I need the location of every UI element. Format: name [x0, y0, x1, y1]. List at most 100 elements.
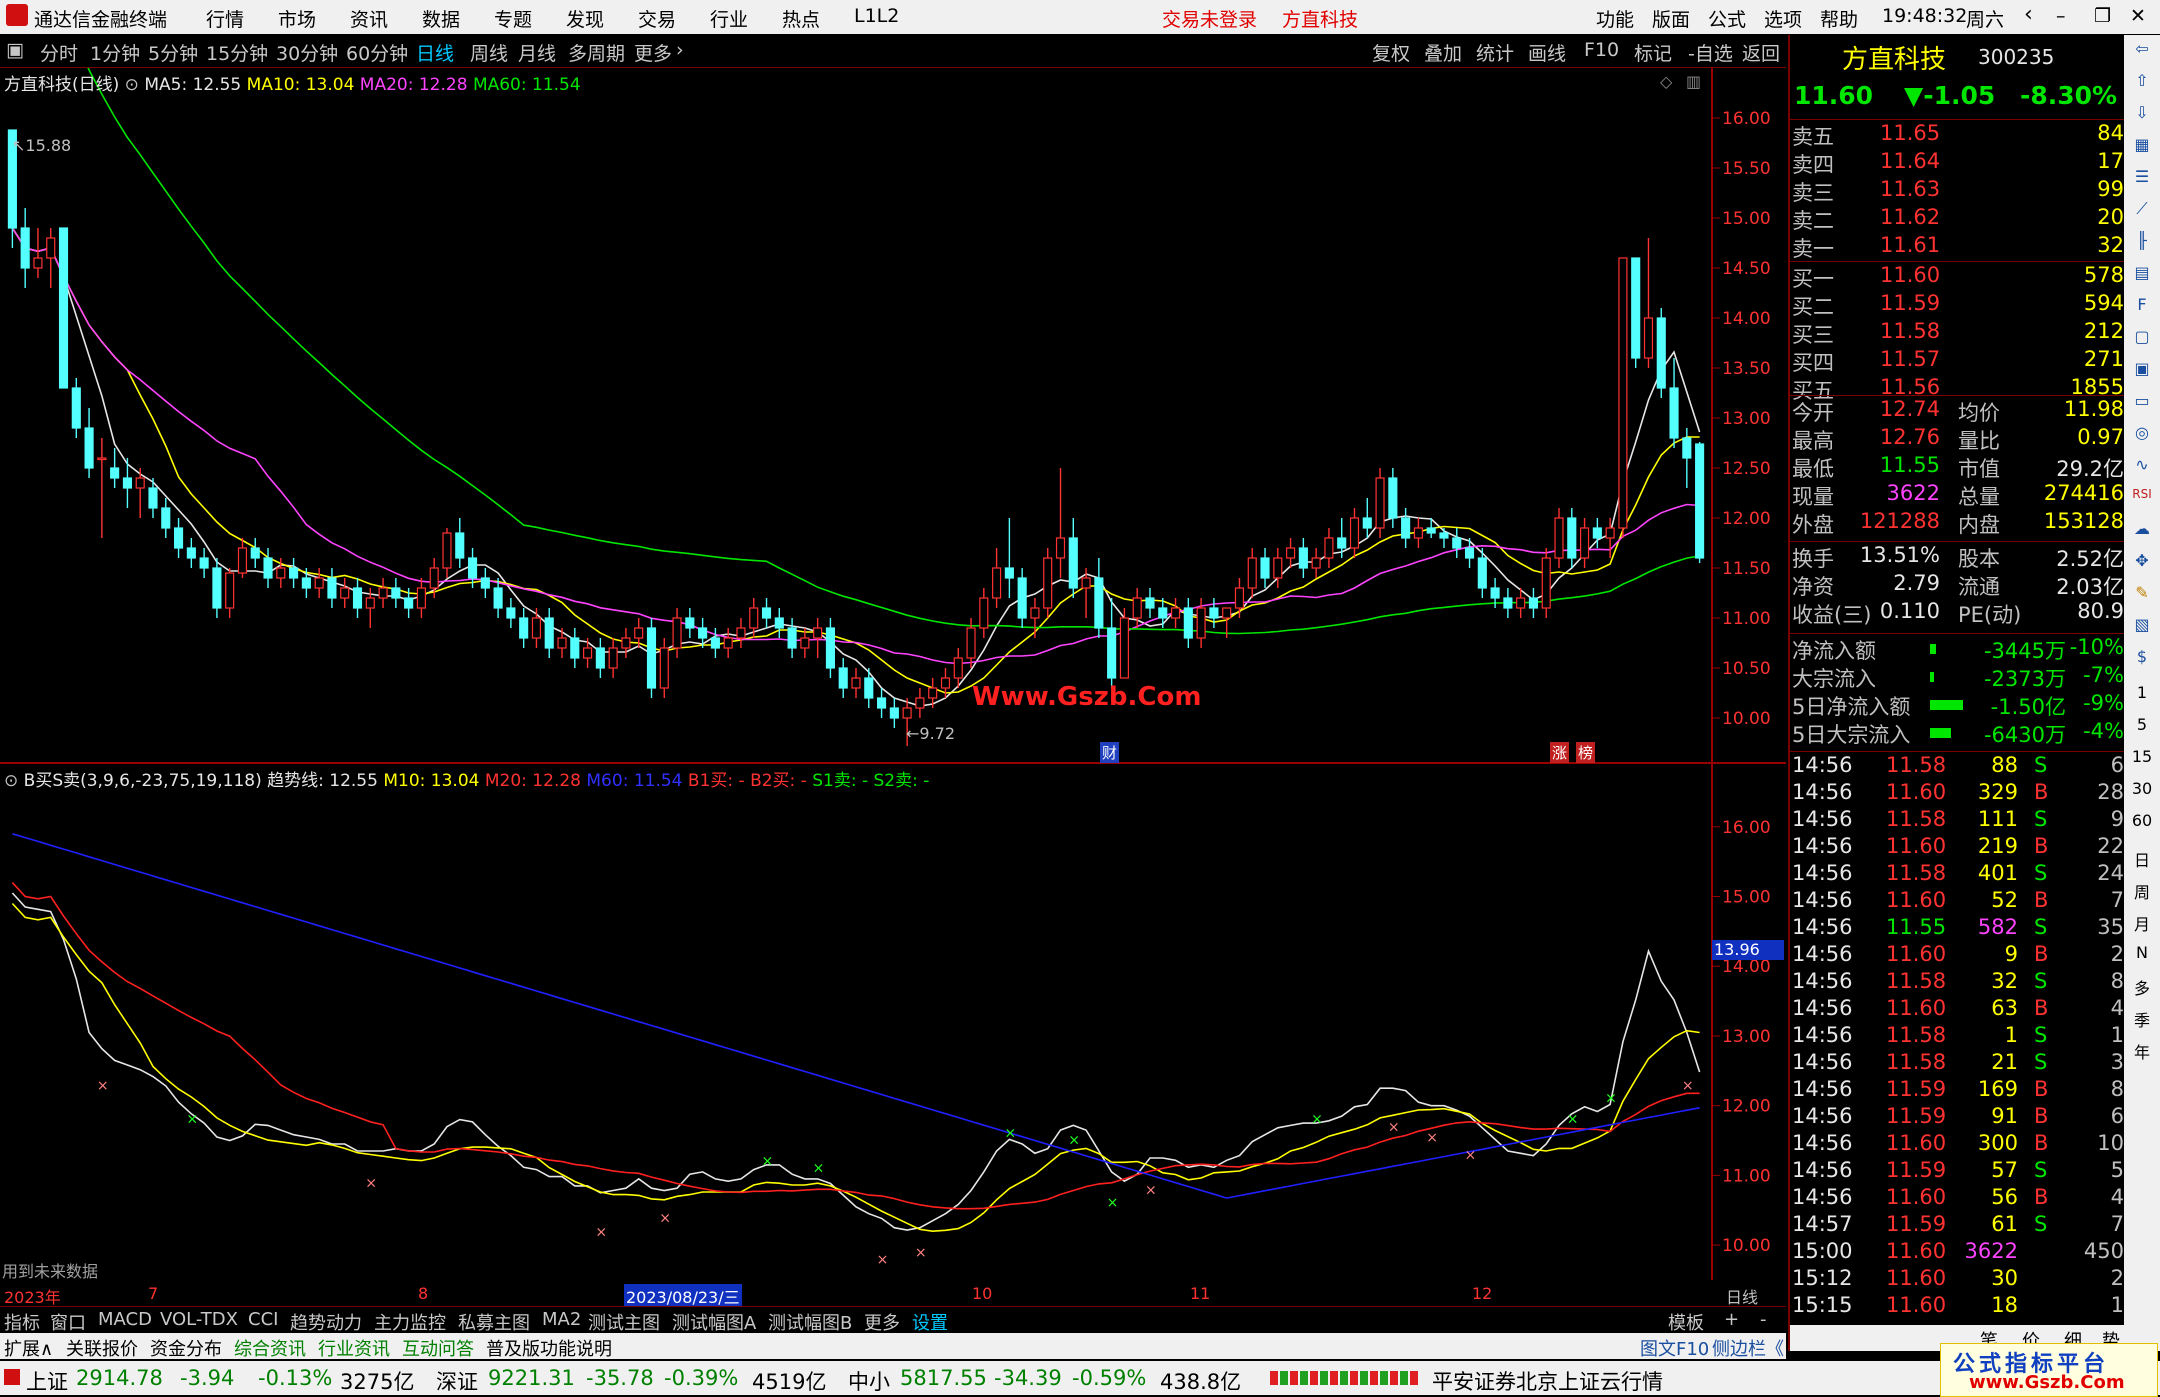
- side-season[interactable]: 季: [2129, 1007, 2155, 1031]
- tab-ma2[interactable]: MA2: [542, 1309, 581, 1330]
- side-week[interactable]: 周: [2129, 879, 2155, 903]
- tick-list[interactable]: 14:56 11.58 88 S 6 14:56 11.60 329 B 28 14:56 11.58…: [1790, 753, 2126, 1323]
- panel-icon[interactable]: ▥: [1686, 72, 1701, 91]
- close-icon[interactable]: ✕: [2130, 5, 2146, 27]
- tool-fuquan[interactable]: 复权: [1372, 39, 1410, 66]
- menu-zhuanti[interactable]: 专题: [494, 5, 532, 32]
- tab-hudong[interactable]: 互动问答: [402, 1335, 474, 1361]
- tab-kuozhan[interactable]: 扩展∧: [4, 1335, 53, 1361]
- kline-chart[interactable]: × × × × × × × × × × × × × × × × × × × × 16.00 15.50 15.00 14.5…: [0, 68, 1786, 1280]
- restore-icon[interactable]: ❐: [2094, 5, 2111, 27]
- list-icon[interactable]: ☰: [2129, 167, 2155, 186]
- tab-vol-tdx[interactable]: VOL-TDX: [160, 1309, 238, 1330]
- wave-icon[interactable]: ∿: [2129, 455, 2155, 474]
- money-icon[interactable]: $: [2129, 647, 2155, 666]
- chart-grid-icon[interactable]: ▦: [2129, 135, 2155, 154]
- side-60min[interactable]: 60: [2129, 811, 2155, 830]
- menu-jiaoyi[interactable]: 交易: [638, 5, 676, 32]
- tab-cci[interactable]: CCI: [248, 1309, 278, 1330]
- event-zhang-badge[interactable]: 涨: [1550, 742, 1570, 763]
- f10-icon[interactable]: F: [2129, 295, 2155, 314]
- tab-ceshi-a[interactable]: 测试幅图A: [672, 1309, 756, 1335]
- trade-status[interactable]: 交易未登录: [1162, 5, 1257, 32]
- side-n[interactable]: N: [2129, 943, 2155, 962]
- tab-15min[interactable]: 15分钟: [206, 39, 268, 66]
- tool-fanhui[interactable]: 返回: [1742, 39, 1780, 66]
- tab-zhibiao[interactable]: 指标: [4, 1309, 40, 1335]
- tab-hangye-zx[interactable]: 行业资讯: [318, 1335, 390, 1361]
- menu-banmian[interactable]: 版面: [1652, 5, 1690, 32]
- trend-icon[interactable]: ⟋: [2129, 199, 2155, 219]
- tab-30min[interactable]: 30分钟: [276, 39, 338, 66]
- side-15min[interactable]: 15: [2129, 747, 2155, 766]
- kline-icon[interactable]: ╟: [2129, 231, 2155, 250]
- menu-shuju[interactable]: 数据: [422, 5, 460, 32]
- tab-qushi[interactable]: 趋势动力: [290, 1309, 362, 1335]
- tab-sidebar[interactable]: 侧边栏《: [1712, 1335, 1784, 1361]
- tab-60min[interactable]: 60分钟: [346, 39, 408, 66]
- tab-macd[interactable]: MACD: [98, 1309, 152, 1330]
- fs-icon[interactable]: ▧: [2129, 615, 2155, 634]
- tab-weekly[interactable]: 周线: [470, 39, 508, 66]
- tab-ceshi-main[interactable]: 测试主图: [588, 1309, 660, 1335]
- chart-area[interactable]: × × × × × × × × × × × × × × × × × × × × 16.00 15.50 15.00 14.5…: [0, 68, 1786, 1308]
- tab-zhuli[interactable]: 主力监控: [374, 1309, 446, 1335]
- zoom-in-button[interactable]: +: [1724, 1309, 1739, 1330]
- arrow-down-icon[interactable]: ⇩: [2129, 103, 2155, 122]
- doc-icon[interactable]: ▢: [2129, 327, 2155, 346]
- event-bang-badge[interactable]: 榜: [1576, 742, 1596, 763]
- side-5min[interactable]: 5: [2129, 715, 2155, 734]
- tab-tuwen-f10[interactable]: 图文F10: [1640, 1335, 1709, 1361]
- tab-daily[interactable]: 日线: [416, 39, 454, 66]
- tab-more[interactable]: 更多: [634, 39, 672, 66]
- tab-monthly[interactable]: 月线: [518, 39, 556, 66]
- legend-toggle-icon[interactable]: ⊙: [125, 75, 139, 95]
- menu-faxian[interactable]: 发现: [566, 5, 604, 32]
- arrow-left-icon[interactable]: ⇦: [2129, 39, 2155, 58]
- menu-xuanxiang[interactable]: 选项: [1764, 5, 1802, 32]
- tab-shezhi[interactable]: 设置: [912, 1309, 948, 1335]
- menu-bangzhu[interactable]: 帮助: [1820, 5, 1858, 32]
- tab-zonghe[interactable]: 综合资讯: [234, 1335, 306, 1361]
- sh-name[interactable]: 上证: [26, 1366, 68, 1396]
- menu-shichang[interactable]: 市场: [278, 5, 316, 32]
- tab-multi[interactable]: 多周期: [568, 39, 625, 66]
- rsi-icon[interactable]: RSI: [2129, 487, 2155, 501]
- menu-redian[interactable]: 热点: [782, 5, 820, 32]
- menu-gongshi[interactable]: 公式: [1708, 5, 1746, 32]
- side-1min[interactable]: 1: [2129, 683, 2155, 702]
- minimize-icon[interactable]: –: [2056, 5, 2066, 27]
- menu-zixun[interactable]: 资讯: [350, 5, 388, 32]
- toggle-icon[interactable]: ▣: [6, 39, 24, 61]
- tool-zixuan[interactable]: -自选: [1688, 39, 1733, 66]
- move-icon[interactable]: ✥: [2129, 551, 2155, 570]
- sub-toggle-icon[interactable]: ⊙: [4, 771, 18, 791]
- info-icon[interactable]: ◎: [2129, 423, 2155, 442]
- diamond-icon[interactable]: ◇: [1660, 72, 1672, 91]
- tab-chuangkou[interactable]: 窗口: [50, 1309, 86, 1335]
- zoom-out-button[interactable]: -: [1760, 1309, 1767, 1330]
- tab-fenshi[interactable]: 分时: [40, 39, 78, 66]
- sz-name[interactable]: 深证: [436, 1366, 478, 1396]
- tab-guanlian[interactable]: 关联报价: [66, 1335, 138, 1361]
- tab-ceshi-b[interactable]: 测试幅图B: [768, 1309, 852, 1335]
- tool-f10[interactable]: F10: [1584, 39, 1619, 61]
- zx-name[interactable]: 中小: [848, 1366, 890, 1396]
- tab-simu[interactable]: 私募主图: [458, 1309, 530, 1335]
- pen-icon[interactable]: ✎: [2129, 583, 2155, 602]
- side-year[interactable]: 年: [2129, 1039, 2155, 1063]
- tab-puji[interactable]: 普及版功能说明: [486, 1335, 612, 1361]
- cloud-icon[interactable]: ☁: [2129, 519, 2155, 538]
- side-30min[interactable]: 30: [2129, 779, 2155, 798]
- side-month[interactable]: 月: [2129, 911, 2155, 935]
- chevron-right-icon[interactable]: ›: [676, 39, 684, 61]
- tool-biaoji[interactable]: 标记: [1634, 39, 1672, 66]
- menu-hangqing[interactable]: 行情: [206, 5, 244, 32]
- menu-l1l2[interactable]: L1L2: [854, 5, 899, 27]
- tool-tongji[interactable]: 统计: [1476, 39, 1514, 66]
- tab-zijin[interactable]: 资金分布: [150, 1335, 222, 1361]
- side-day[interactable]: 日: [2129, 847, 2155, 871]
- calc-icon[interactable]: ▣: [2129, 359, 2155, 378]
- tab-5min[interactable]: 5分钟: [148, 39, 198, 66]
- tool-huaxian[interactable]: 画线: [1528, 39, 1566, 66]
